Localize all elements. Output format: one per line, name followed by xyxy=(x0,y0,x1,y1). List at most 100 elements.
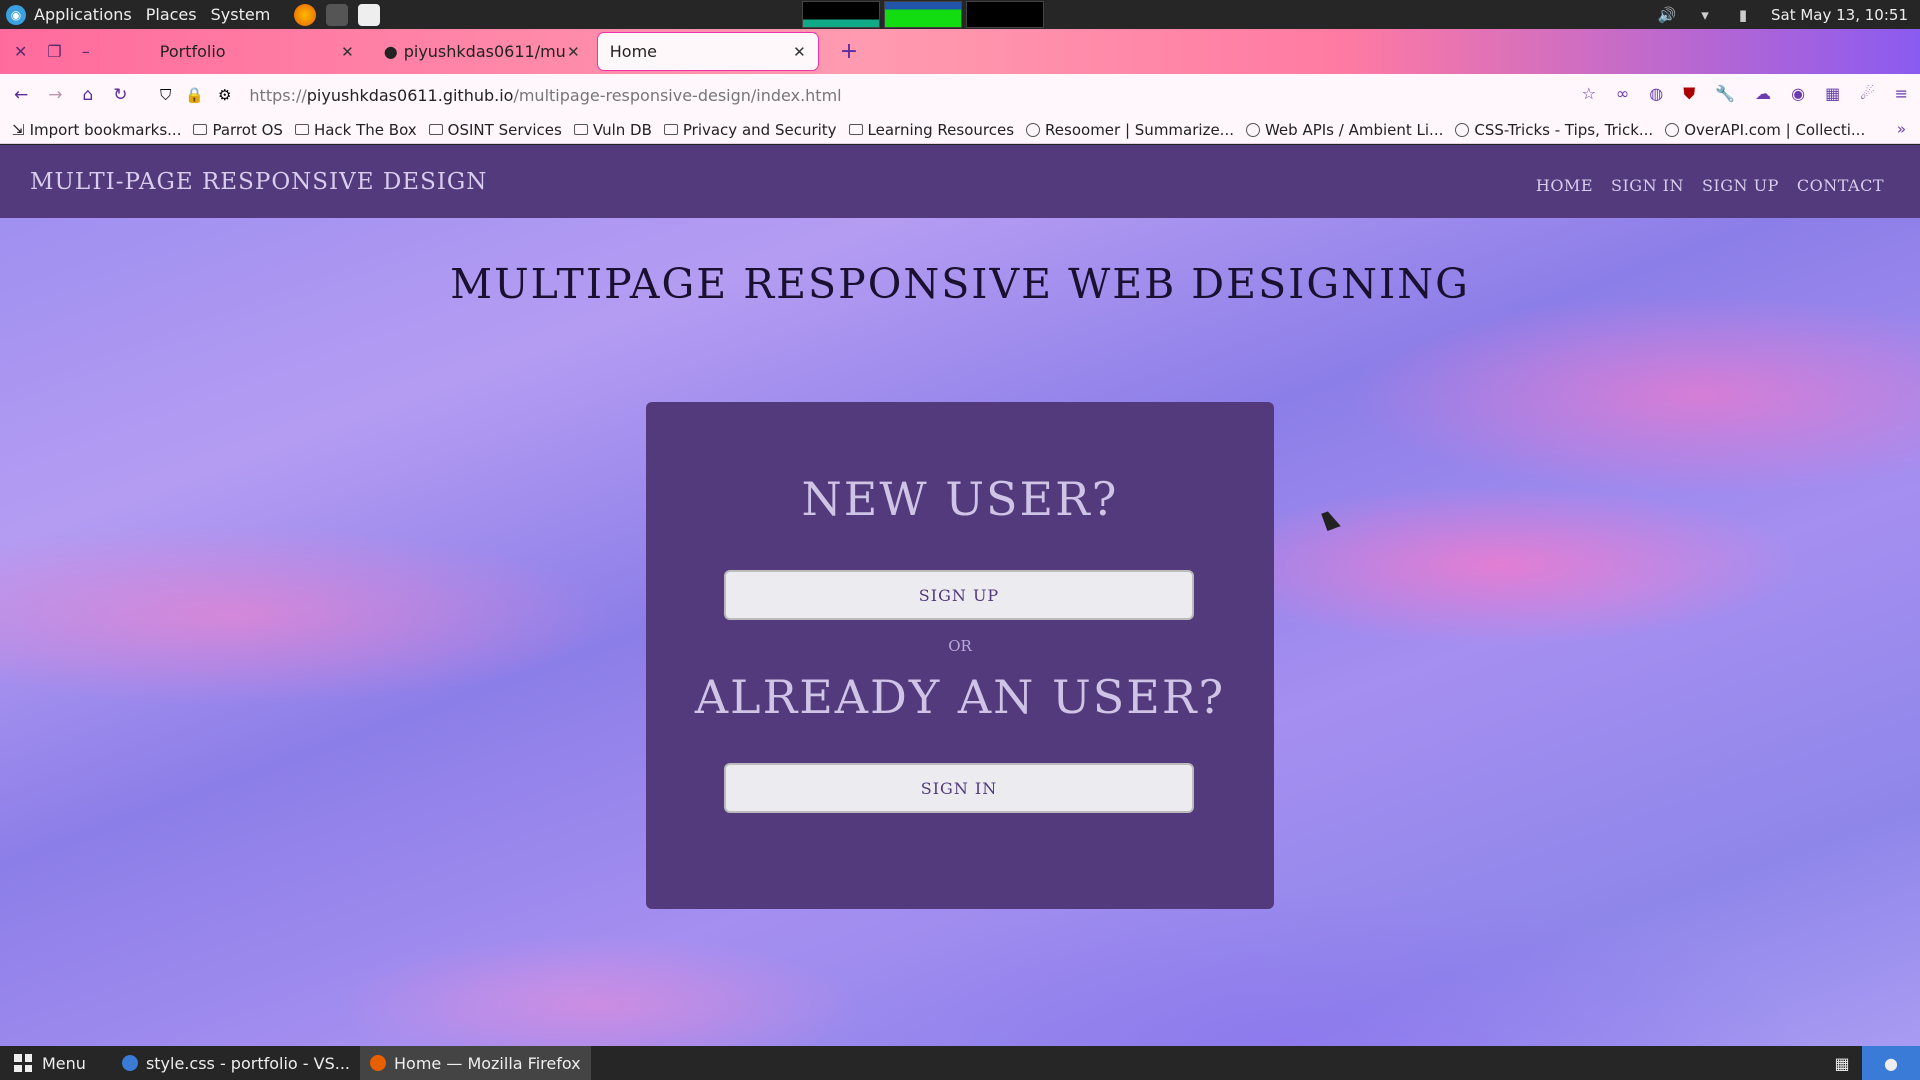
shield-icon[interactable]: ⛉ xyxy=(160,86,171,104)
bookmark-folder-privacy[interactable]: Privacy and Security xyxy=(663,121,837,139)
ublock-icon[interactable]: ⛊ xyxy=(1683,84,1695,104)
folder-icon xyxy=(573,124,588,135)
hamburger-menu-icon[interactable]: ≡ xyxy=(1895,84,1908,104)
bookmark-folder-htb[interactable]: Hack The Box xyxy=(294,120,417,139)
or-separator: OR xyxy=(948,637,972,655)
cpu-graph xyxy=(802,1,880,28)
site-navbar: MULTI-PAGE RESPONSIVE DESIGN HOME SIGN I… xyxy=(0,145,1920,218)
site-nav-links: HOME SIGN IN SIGN UP CONTACT xyxy=(1536,176,1884,195)
url-prefix: https:// xyxy=(249,85,307,105)
task-label: Home — Mozilla Firefox xyxy=(394,1053,581,1073)
bookmark-label: Learning Resources xyxy=(867,120,1015,139)
places-menu[interactable]: Places xyxy=(146,5,197,24)
tab-home[interactable]: Home ✕ xyxy=(597,33,818,70)
tab-label: Home xyxy=(609,42,657,61)
bookmark-label: CSS-Tricks - Tips, Trick... xyxy=(1474,120,1654,139)
new-user-heading: NEW USER? xyxy=(801,472,1119,526)
folder-icon xyxy=(193,124,208,135)
signin-button[interactable]: SIGN IN xyxy=(724,763,1194,813)
wifi-icon[interactable]: ▾ xyxy=(1695,6,1715,24)
search-icon xyxy=(1245,122,1260,137)
folder-icon xyxy=(663,124,678,135)
bookmark-resoomer[interactable]: Resoomer | Summarize... xyxy=(1026,121,1234,139)
wrench-icon[interactable]: 🔧 xyxy=(1715,84,1735,104)
top-panel: ◉ Applications Places System 🔊 ▾ ▮ Sat Ma… xyxy=(0,0,1920,29)
bookmark-webapis[interactable]: Web APIs / Ambient Li... xyxy=(1245,121,1443,139)
bookmark-folder-osint[interactable]: OSINT Services xyxy=(428,121,562,139)
bookmark-folder-parrot[interactable]: Parrot OS xyxy=(193,121,283,139)
reload-icon[interactable]: ↻ xyxy=(113,85,127,105)
lock-icon[interactable]: 🔒 xyxy=(185,86,204,104)
taskbar-item-firefox[interactable]: Home — Mozilla Firefox xyxy=(360,1046,591,1080)
new-tab-button[interactable]: + xyxy=(840,39,858,64)
network-graph xyxy=(966,1,1044,28)
nav-signin-link[interactable]: SIGN IN xyxy=(1611,176,1684,195)
system-menu[interactable]: System xyxy=(211,5,271,24)
close-tab-icon[interactable]: ✕ xyxy=(793,43,806,61)
firefox-icon xyxy=(370,1055,387,1071)
home-icon[interactable]: ⌂ xyxy=(83,85,94,105)
globe-icon xyxy=(1026,122,1041,137)
menu-grid-icon xyxy=(14,1054,32,1072)
firefox-launcher-icon[interactable] xyxy=(294,3,317,26)
menu-label: Menu xyxy=(42,1053,86,1073)
bookmark-csstricks[interactable]: CSS-Tricks - Tips, Trick... xyxy=(1455,121,1653,139)
workspace-switcher-icon[interactable]: ▦ xyxy=(1822,1046,1862,1080)
globe-icon xyxy=(1455,122,1470,137)
battery-icon[interactable]: ▮ xyxy=(1733,6,1753,24)
taskbar-item-vscode[interactable]: style.css - portfolio - VS... xyxy=(112,1046,360,1080)
places-label: Places xyxy=(145,5,197,24)
site-brand[interactable]: MULTI-PAGE RESPONSIVE DESIGN xyxy=(30,169,487,195)
restore-window-icon[interactable]: ❐ xyxy=(47,42,61,61)
bookmark-label: Vuln DB xyxy=(592,120,652,139)
bookmark-folder-vulndb[interactable]: Vuln DB xyxy=(573,120,652,139)
already-user-heading: ALREADY AN USER? xyxy=(694,670,1226,724)
minimize-window-icon[interactable]: – xyxy=(82,42,90,61)
permissions-icon[interactable]: ⚙ xyxy=(218,86,231,104)
url-path: /multipage-responsive-design/index.html xyxy=(513,85,842,105)
extension-icon[interactable]: ◉ xyxy=(1791,84,1805,104)
globe-icon xyxy=(1665,122,1680,137)
tab-portfolio[interactable]: Portfolio ✕ xyxy=(134,33,366,70)
bottom-taskbar: Menu style.css - portfolio - VS... Home … xyxy=(0,1046,1920,1080)
auth-card: NEW USER? SIGN UP OR ALREADY AN USER? SI… xyxy=(646,402,1274,909)
start-menu-button[interactable]: Menu xyxy=(14,1054,86,1073)
page-headline: MULTIPAGE RESPONSIVE WEB DESIGNING xyxy=(450,260,1470,308)
bookmark-overapi[interactable]: OverAPI.com | Collecti... xyxy=(1665,121,1865,139)
nav-contact-link[interactable]: CONTACT xyxy=(1797,176,1884,195)
task-label: style.css - portfolio - VS... xyxy=(145,1053,351,1073)
extension-icon[interactable]: ☁ xyxy=(1755,84,1771,104)
extension-icon[interactable]: ☄ xyxy=(1860,84,1874,104)
parrot-logo-icon: ◉ xyxy=(6,4,26,25)
clock[interactable]: Sat May 13, 10:51 xyxy=(1771,6,1908,24)
tab-github[interactable]: ● piyushkdas0611/multipag ✕ xyxy=(372,33,592,70)
text-editor-launcher-icon[interactable] xyxy=(358,3,381,26)
forward-icon[interactable]: → xyxy=(48,85,62,105)
tab-bar: ✕ ❐ – Portfolio ✕ ● piyushkdas0611/multi… xyxy=(0,29,1920,74)
web-page: MULTI-PAGE RESPONSIVE DESIGN HOME SIGN I… xyxy=(0,145,1920,1046)
applications-menu[interactable]: ◉ Applications xyxy=(0,4,132,25)
folder-icon xyxy=(428,124,443,135)
system-label: System xyxy=(210,5,271,24)
terminal-launcher-icon[interactable] xyxy=(326,3,349,26)
nav-home-link[interactable]: HOME xyxy=(1536,176,1593,195)
bookmark-label: Hack The Box xyxy=(313,120,417,139)
url-text[interactable]: https://piyushkdas0611.github.io/multipa… xyxy=(249,86,841,105)
close-tab-icon[interactable]: ✕ xyxy=(567,43,580,61)
close-tab-icon[interactable]: ✕ xyxy=(341,43,354,61)
bookmark-folder-learning[interactable]: Learning Resources xyxy=(848,120,1015,139)
signup-button[interactable]: SIGN UP xyxy=(724,570,1194,620)
nav-signup-link[interactable]: SIGN UP xyxy=(1702,176,1779,195)
close-window-icon[interactable]: ✕ xyxy=(14,42,27,61)
volume-icon[interactable]: 🔊 xyxy=(1657,6,1677,24)
extension-icon[interactable]: ▦ xyxy=(1825,84,1840,104)
firefox-tray-icon[interactable]: ● xyxy=(1862,1046,1920,1080)
bookmark-star-icon[interactable]: ☆ xyxy=(1582,84,1596,104)
applications-label: Applications xyxy=(34,5,132,24)
extension-icon[interactable]: ◍ xyxy=(1649,84,1663,104)
back-icon[interactable]: ← xyxy=(14,85,28,105)
extension-icon[interactable]: ∞ xyxy=(1616,84,1629,104)
url-bar[interactable]: ⛉ 🔒 ⚙ https://piyushkdas0611.github.io/m… xyxy=(160,80,1570,110)
bookmark-import[interactable]: ⇲ Import bookmarks... xyxy=(12,121,181,139)
bookmarks-overflow-icon[interactable]: » xyxy=(1897,120,1906,138)
